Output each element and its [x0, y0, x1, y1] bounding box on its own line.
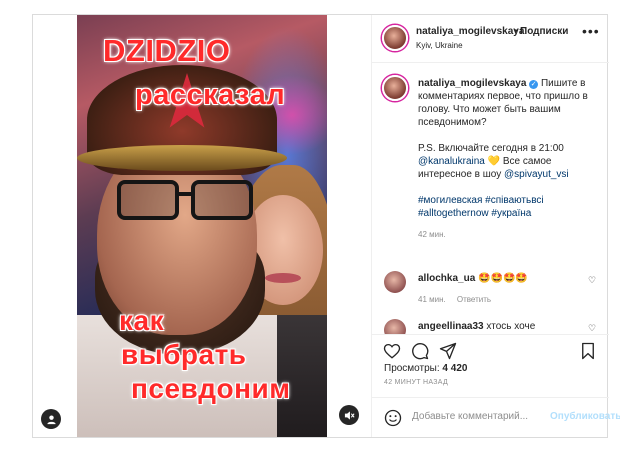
mention-spivayut-vsi[interactable]: @spivayut_vsi [504, 169, 569, 180]
glasses-lens-right [191, 180, 253, 220]
tagged-users-button[interactable] [41, 409, 61, 429]
caption-hashtags[interactable]: #могилевская #співаютьвсі #alltogetherno… [418, 195, 544, 219]
like-heart-icon[interactable] [382, 341, 402, 361]
woman-lips [265, 273, 301, 283]
views-value: 4 420 [442, 363, 468, 374]
video-caption-3: как [119, 305, 165, 336]
comment-bubble-icon[interactable] [410, 341, 430, 361]
comments-list[interactable]: nataliya_mogilevskaya ✓ Пишите в коммент… [372, 63, 609, 335]
publish-button[interactable]: Опубликовать [550, 411, 620, 422]
comment-input[interactable]: Добавьте комментарий... [412, 411, 528, 422]
following-button[interactable]: Подписки [520, 26, 568, 37]
post-sidebar: nataliya_mogilevskaya • Подписки Kyiv, U… [371, 15, 620, 437]
mute-button[interactable] [339, 405, 359, 425]
author-avatar[interactable] [382, 25, 408, 51]
views-count[interactable]: Просмотры: 4 420 [384, 363, 467, 374]
glasses-lens-left [117, 180, 179, 220]
caption-time: 42 мин. [418, 230, 446, 239]
caption-author-avatar[interactable] [382, 75, 408, 101]
comment-body: allochka_ua 🤩🤩🤩🤩 [418, 273, 528, 284]
add-comment-bar: Добавьте комментарий... Опубликовать [372, 397, 620, 437]
video-caption-4: выбрать [121, 339, 247, 370]
author-username[interactable]: nataliya_mogilevskaya [416, 26, 524, 37]
comment-avatar[interactable] [384, 271, 406, 293]
comment-avatar[interactable] [384, 319, 406, 334]
post-video[interactable]: DZIDZIO рассказал как выбрать псевдоним [77, 15, 327, 437]
caption-username[interactable]: nataliya_mogilevskaya [418, 78, 526, 89]
post-modal: DZIDZIO рассказал как выбрать псевдоним … [32, 14, 620, 438]
caption-text-2a: P.S. Включайте сегодня в 21:00 [418, 143, 564, 154]
share-paper-plane-icon[interactable] [438, 341, 458, 361]
views-label: Просмотры: [384, 363, 440, 374]
comment-time: 41 мин. [418, 295, 446, 304]
comment-text: 🤩🤩🤩🤩 [478, 273, 528, 284]
comment-body: angeellinaa33 хтось хоче [418, 321, 535, 332]
user-icon [46, 414, 56, 424]
comment-like-heart-icon[interactable]: ♡ [588, 275, 596, 286]
mention-kanalukraina[interactable]: @kanalukraina [418, 156, 485, 167]
speaker-muted-icon [344, 410, 355, 420]
comment-username[interactable]: allochka_ua [418, 273, 475, 284]
save-bookmark-icon[interactable] [578, 341, 598, 361]
post-caption: nataliya_mogilevskaya ✓ Пишите в коммент… [418, 77, 602, 241]
reply-button[interactable]: Ответить [457, 295, 491, 304]
post-location[interactable]: Kyiv, Ukraine [416, 41, 463, 50]
video-caption-5: псевдоним [131, 373, 291, 404]
comment-like-heart-icon[interactable]: ♡ [588, 323, 596, 334]
verified-badge-icon: ✓ [529, 80, 539, 89]
more-options-icon[interactable]: ••• [582, 23, 600, 39]
video-caption-2: рассказал [135, 79, 286, 111]
yellow-heart-emoji: 💛 [487, 156, 501, 167]
post-header: nataliya_mogilevskaya • Подписки Kyiv, U… [372, 15, 609, 63]
glasses [117, 180, 257, 220]
emoji-smiley-icon[interactable] [384, 409, 402, 427]
comment-username[interactable]: angeellinaa33 [418, 321, 484, 332]
post-media[interactable]: DZIDZIO рассказал как выбрать псевдоним [33, 15, 371, 437]
comment-text: хтось хоче [486, 321, 536, 332]
crown-hat-brim [77, 145, 287, 171]
post-timestamp[interactable]: 42 МИНУТ НАЗАД [384, 379, 448, 386]
video-caption-1: DZIDZIO [103, 33, 231, 68]
comment-meta: 41 мин. Ответить [418, 295, 491, 304]
header-separator: • [514, 26, 518, 37]
